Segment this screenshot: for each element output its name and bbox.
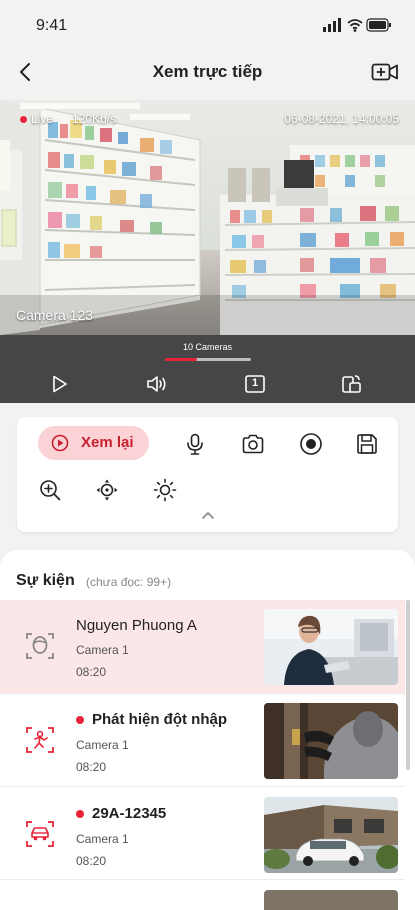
- event-name: Phát hiện đột nhập: [76, 711, 227, 728]
- replay-icon: [51, 434, 69, 452]
- speaker-icon[interactable]: [145, 373, 169, 395]
- store-camera-image: [0, 100, 415, 335]
- event-camera: Camera 1: [76, 643, 129, 657]
- layout-single-icon[interactable]: 1: [244, 373, 266, 395]
- event-thumbnail[interactable]: [264, 609, 398, 685]
- event-row-license-plate[interactable]: 29A-12345 Camera 1 08:20: [0, 786, 405, 880]
- events-title: Sự kiện: [16, 572, 75, 589]
- datetime-label: 06-08-2021, 14:00:05: [284, 112, 399, 126]
- ptz-direction-icon[interactable]: [95, 478, 119, 502]
- bitrate-label: 120Kb/s: [72, 112, 117, 126]
- event-time: 08:20: [76, 854, 107, 868]
- event-time: 08:20: [76, 760, 107, 774]
- status-icons: [323, 18, 391, 32]
- event-thumbnail[interactable]: [264, 797, 398, 873]
- events-scrollbar[interactable]: [406, 600, 410, 770]
- event-row-intrusion[interactable]: Phát hiện đột nhập Camera 1 08:20: [0, 693, 405, 787]
- camera-name-label: Camera 123: [16, 307, 94, 323]
- event-name-text: Phát hiện đột nhập: [92, 711, 227, 728]
- save-icon[interactable]: [355, 432, 379, 456]
- collapse-chevron-icon[interactable]: [201, 510, 215, 520]
- zoom-in-icon[interactable]: [38, 478, 62, 502]
- event-row-face[interactable]: Nguyen Phuong A Camera 1 08:20: [0, 600, 405, 694]
- live-dot: [20, 116, 27, 124]
- brightness-icon[interactable]: [153, 478, 177, 502]
- live-indicator: Live: [20, 112, 53, 126]
- camera-snapshot-icon[interactable]: [241, 432, 265, 456]
- camera-count: 10 Cameras: [182, 342, 233, 352]
- live-label: Live: [31, 112, 54, 126]
- intruder-scene-image: [264, 703, 398, 779]
- events-unread-count: (chưa đọc: 99+): [86, 575, 172, 589]
- replay-label: Xem lại: [81, 434, 134, 451]
- event-name-text: 29A-12345: [92, 805, 167, 822]
- microphone-icon[interactable]: [183, 432, 207, 456]
- unread-dot: [76, 810, 84, 819]
- car-scene-image: [264, 797, 398, 873]
- event-camera: Camera 1: [76, 738, 129, 752]
- video-control-bar: 10 Cameras 1: [0, 335, 415, 403]
- event-thumbnail[interactable]: [264, 703, 398, 779]
- top-nav: Xem trực tiếp: [0, 48, 415, 100]
- action-panel: Xem lại: [17, 417, 398, 532]
- events-panel: Sự kiện (chưa đọc: 99+) Nguyen Phuong A …: [0, 550, 415, 910]
- office-scene-image: [264, 609, 398, 685]
- rotate-screen-icon[interactable]: [340, 373, 362, 395]
- replay-button[interactable]: Xem lại: [38, 426, 149, 460]
- camera-pager-fill: [165, 358, 197, 361]
- event-name: 29A-12345: [76, 805, 166, 822]
- car-icon: [26, 821, 54, 847]
- face-recognition-icon: [26, 633, 54, 659]
- event-camera: Camera 1: [76, 832, 129, 846]
- live-video-feed[interactable]: Live 120Kb/s 06-08-2021, 14:00:05 Camera…: [0, 100, 415, 335]
- record-icon[interactable]: [299, 432, 323, 456]
- play-icon[interactable]: [48, 373, 70, 395]
- page-title: Xem trực tiếp: [152, 62, 263, 81]
- intrusion-icon: [26, 727, 54, 753]
- event-name: Nguyen Phuong A: [76, 617, 197, 634]
- layout-number: 1: [251, 377, 259, 389]
- status-bar: 9:41: [0, 0, 415, 48]
- event-time: 08:20: [76, 665, 107, 679]
- status-time: 9:41: [36, 17, 68, 34]
- unread-dot: [76, 716, 84, 725]
- event-thumbnail-partial[interactable]: [264, 890, 398, 910]
- add-camera-icon[interactable]: [371, 58, 399, 86]
